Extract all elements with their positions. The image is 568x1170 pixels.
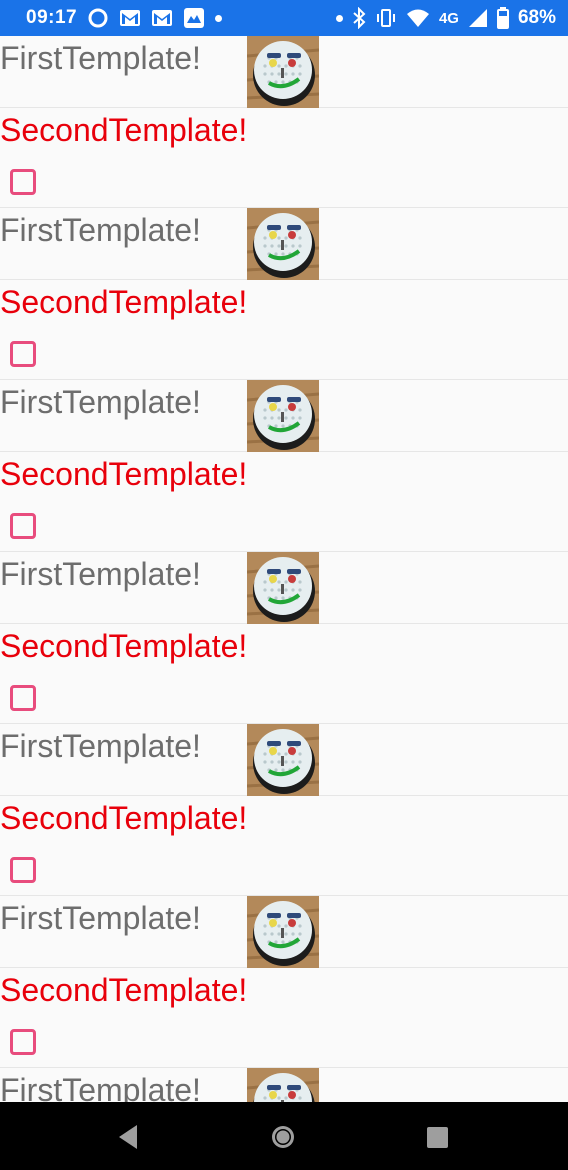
status-time: 09:17 xyxy=(26,7,78,28)
list-item-first[interactable]: FirstTemplate! xyxy=(0,36,568,108)
battery-percent: 68% xyxy=(517,7,556,28)
dot-icon xyxy=(215,14,223,22)
circuit-board-image xyxy=(246,1068,320,1102)
first-template-label: FirstTemplate! xyxy=(0,212,201,248)
second-template-label: SecondTemplate! xyxy=(0,112,248,148)
item-checkbox[interactable] xyxy=(10,513,36,539)
list-item-first[interactable]: FirstTemplate! xyxy=(0,380,568,452)
battery-icon xyxy=(496,7,509,29)
circle-icon xyxy=(87,7,109,29)
first-template-label: FirstTemplate! xyxy=(0,728,201,764)
back-icon[interactable] xyxy=(117,1124,139,1155)
circuit-board-image xyxy=(246,36,320,108)
first-template-label: FirstTemplate! xyxy=(0,900,201,936)
circuit-board-image xyxy=(246,208,320,280)
list-item-second[interactable]: SecondTemplate! xyxy=(0,624,568,724)
circuit-board-image xyxy=(246,724,320,796)
circuit-board-image xyxy=(246,380,320,452)
first-template-label: FirstTemplate! xyxy=(0,40,201,76)
list-item-second[interactable]: SecondTemplate! xyxy=(0,108,568,208)
first-template-label: FirstTemplate! xyxy=(0,556,201,592)
first-template-label: FirstTemplate! xyxy=(0,1072,201,1102)
item-list[interactable]: FirstTemplate! SecondTemplate! FirstTempl… xyxy=(0,36,568,1102)
wifi-icon xyxy=(406,8,430,28)
item-checkbox[interactable] xyxy=(10,857,36,883)
item-checkbox[interactable] xyxy=(10,685,36,711)
home-icon[interactable] xyxy=(270,1124,296,1155)
list-item-first[interactable]: FirstTemplate! xyxy=(0,1068,568,1102)
first-template-label: FirstTemplate! xyxy=(0,384,201,420)
gmail-icon xyxy=(151,9,173,27)
list-item-second[interactable]: SecondTemplate! xyxy=(0,280,568,380)
list-item-first[interactable]: FirstTemplate! xyxy=(0,896,568,968)
list-item-first[interactable]: FirstTemplate! xyxy=(0,208,568,280)
list-item-first[interactable]: FirstTemplate! xyxy=(0,724,568,796)
item-checkbox[interactable] xyxy=(10,341,36,367)
bluetooth-icon xyxy=(352,7,366,29)
second-template-label: SecondTemplate! xyxy=(0,972,248,1008)
item-checkbox[interactable] xyxy=(10,169,36,195)
list-item-second[interactable]: SecondTemplate! xyxy=(0,796,568,896)
vibrate-icon xyxy=(375,7,397,29)
second-template-label: SecondTemplate! xyxy=(0,456,248,492)
list-item-second[interactable]: SecondTemplate! xyxy=(0,968,568,1068)
navigation-bar xyxy=(0,1102,568,1170)
mountain-app-icon xyxy=(183,7,205,29)
second-template-label: SecondTemplate! xyxy=(0,800,248,836)
network-type: 4G xyxy=(438,9,459,27)
status-bar: 09:17 4G 68% xyxy=(0,0,568,36)
second-template-label: SecondTemplate! xyxy=(0,628,248,664)
recents-icon[interactable] xyxy=(427,1127,448,1148)
circuit-board-image xyxy=(246,552,320,624)
second-template-label: SecondTemplate! xyxy=(0,284,248,320)
list-item-first[interactable]: FirstTemplate! xyxy=(0,552,568,624)
list-item-second[interactable]: SecondTemplate! xyxy=(0,452,568,552)
signal-icon xyxy=(468,8,488,28)
gmail-icon xyxy=(119,9,141,27)
dot-icon xyxy=(335,14,343,22)
circuit-board-image xyxy=(246,896,320,968)
item-checkbox[interactable] xyxy=(10,1029,36,1055)
